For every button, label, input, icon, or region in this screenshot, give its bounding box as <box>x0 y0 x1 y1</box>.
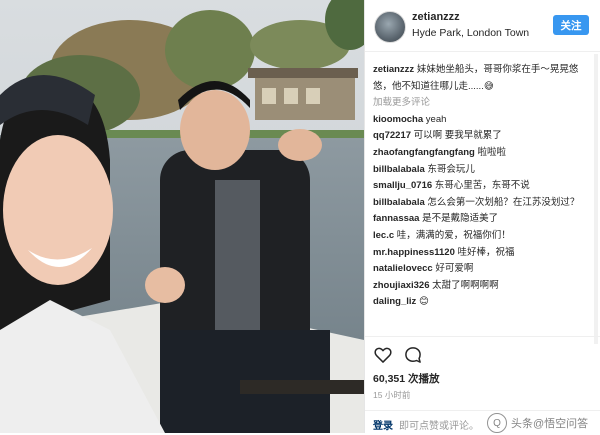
comment-item: kioomocha yeah <box>373 112 593 129</box>
login-link[interactable]: 登录 <box>373 417 393 432</box>
comment-item: qq72217 可以啊 要我早就累了 <box>373 128 593 145</box>
comment-text: 是不是戴隐适美了 <box>422 213 499 225</box>
comment-text: 😊 <box>418 296 429 308</box>
comment-text: 东哥会玩儿 <box>427 163 475 175</box>
post-header: zetianzzz Hyde Park, London Town 关注 <box>365 0 600 52</box>
comment-item: billbalabala 东哥会玩儿 <box>373 162 593 179</box>
comment-text: 哇，满满的爱，祝福你们！ <box>396 229 511 241</box>
post-actions: 60,351 次播放 15 小时前 登录 即可点赞或评论。 Q 头条@悟空问答 <box>365 336 600 434</box>
comment-item: zhoujiaxi326 太甜了啊啊啊啊 <box>373 278 593 295</box>
comment-item: fannassaa 是不是戴隐适美了 <box>373 211 593 228</box>
location[interactable]: Hyde Park, London Town <box>412 27 529 39</box>
comments-scrollbar[interactable] <box>594 54 598 344</box>
comment-username[interactable]: fannassaa <box>373 213 419 224</box>
timestamp: 15 小时前 <box>373 390 411 400</box>
comment-icon[interactable] <box>403 345 423 365</box>
photo-illustration <box>0 0 364 433</box>
follow-button[interactable]: 关注 <box>553 15 589 35</box>
view-count: 60,351 次播放 <box>373 373 440 385</box>
watermark: Q 头条@悟空问答 <box>487 413 588 433</box>
post-photo <box>0 0 364 433</box>
login-footer: 登录 即可点赞或评论。 Q 头条@悟空问答 <box>365 410 600 435</box>
comment-text: 太甜了啊啊啊啊 <box>432 279 499 291</box>
watermark-logo-icon: Q <box>487 413 507 433</box>
load-more-comments-link[interactable]: 加载更多评论 <box>373 95 593 112</box>
comment-item: billbalabala 怎么会第一次划船？在江苏没划过？ <box>373 195 593 212</box>
comments-list: zetianzzz 妹妹她坐船头，哥哥你浆在手～晃晃悠悠，他不知道往哪儿走...… <box>373 62 593 311</box>
comment-username[interactable]: billbalabala <box>373 164 425 175</box>
comment-username[interactable]: daling_liz <box>373 296 416 307</box>
comment-username[interactable]: natalielovecc <box>373 263 433 274</box>
comment-text: 啦啦啦 <box>477 146 507 158</box>
post-side-panel: zetianzzz Hyde Park, London Town 关注 zeti… <box>364 0 600 433</box>
comment-text: 可以啊 要我早就累了 <box>413 130 502 142</box>
comment-username[interactable]: mr.happiness1120 <box>373 247 455 258</box>
caption: zetianzzz 妹妹她坐船头，哥哥你浆在手～晃晃悠悠，他不知道往哪儿走...… <box>373 62 593 95</box>
comment-text: 哇好棒，祝福 <box>457 246 515 258</box>
comment-item: zhaofangfangfangfang 啦啦啦 <box>373 145 593 162</box>
comment-username[interactable]: kioomocha <box>373 114 423 125</box>
comment-username[interactable]: lec.c <box>373 230 394 241</box>
comment-item: lec.c 哇，满满的爱，祝福你们！ <box>373 228 593 245</box>
username[interactable]: zetianzzz <box>412 11 460 23</box>
comment-item: mr.happiness1120 哇好棒，祝福 <box>373 245 593 262</box>
comment-item: smallju_0716 东哥心里苦，东哥不说 <box>373 178 593 195</box>
comment-item: daling_liz 😊 <box>373 294 593 311</box>
avatar[interactable] <box>374 11 406 43</box>
comment-username[interactable]: zhoujiaxi326 <box>373 280 430 291</box>
heart-icon[interactable] <box>373 345 393 365</box>
comment-username[interactable]: billbalabala <box>373 197 425 208</box>
caption-username[interactable]: zetianzzz <box>373 64 414 75</box>
comment-username[interactable]: qq72217 <box>373 130 411 141</box>
login-hint: 即可点赞或评论。 <box>399 421 479 432</box>
comment-text: yeah <box>425 113 447 125</box>
comment-item: natalielovecc 好可爱啊 <box>373 261 593 278</box>
comment-text: 怎么会第一次划船？在江苏没划过？ <box>427 196 580 208</box>
watermark-text: 头条@悟空问答 <box>511 418 589 430</box>
comment-username[interactable]: smallju_0716 <box>373 180 432 191</box>
comment-username[interactable]: zhaofangfangfangfang <box>373 147 475 158</box>
comment-text: 好可爱啊 <box>435 263 474 275</box>
comment-text: 东哥心里苦，东哥不说 <box>434 180 530 192</box>
